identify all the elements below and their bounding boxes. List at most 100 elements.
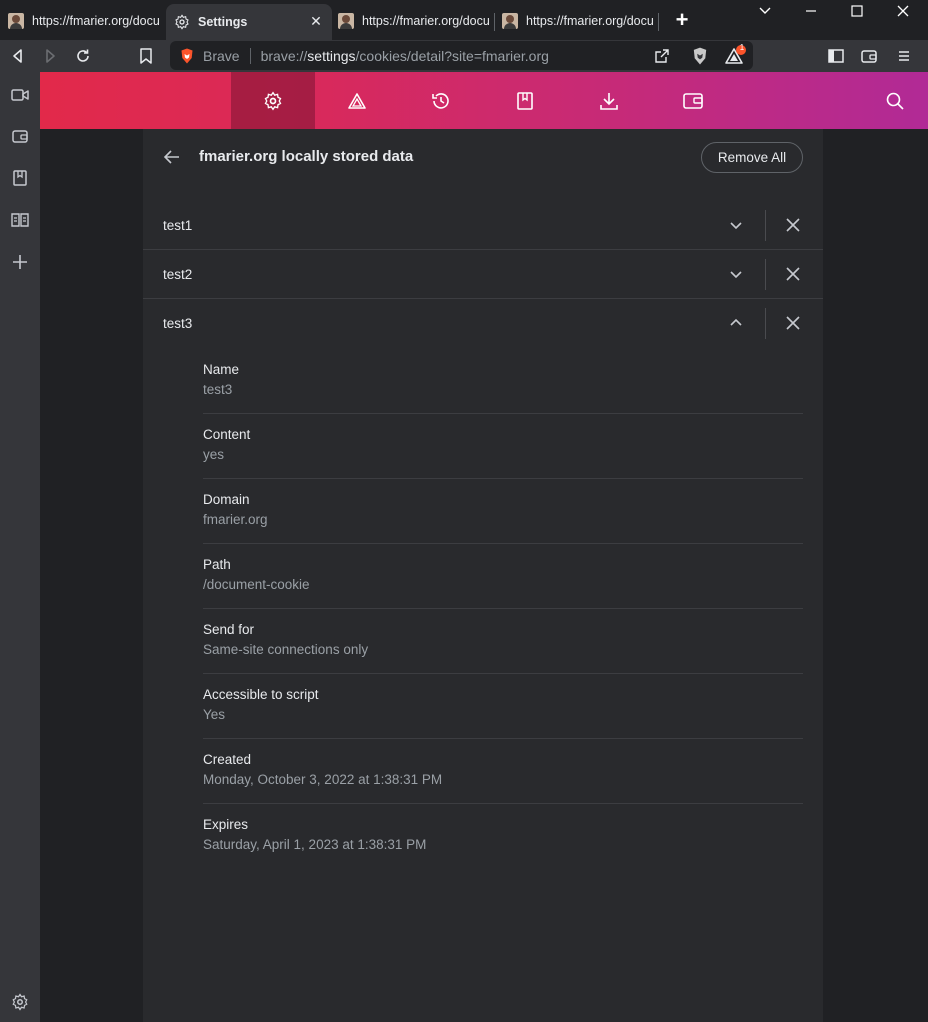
cookie-name: test2 xyxy=(163,267,193,282)
url-text: brave://settings/cookies/detail?site=fma… xyxy=(261,48,549,64)
wallet-icon xyxy=(683,92,703,109)
url-path: /cookies/detail?site=fmarier.org xyxy=(355,47,549,64)
bookmark-icon[interactable] xyxy=(134,44,158,68)
field-label: Name xyxy=(203,362,240,377)
browser-toolbar: Brave brave://settings/cookies/detail?si… xyxy=(0,40,928,72)
field-value: Saturday, April 1, 2023 at 1:38:31 PM xyxy=(203,837,427,852)
row-divider xyxy=(765,210,766,241)
brave-rewards-icon xyxy=(348,92,366,109)
tab-settings[interactable]: Settings ✕ xyxy=(166,4,332,40)
field-value: Monday, October 3, 2022 at 1:38:31 PM xyxy=(203,772,443,787)
detail-content: Content yes xyxy=(203,414,803,479)
close-icon[interactable] xyxy=(783,264,803,284)
bookmarks-icon xyxy=(517,91,533,110)
tab-fmarier-2[interactable]: https://fmarier.org/docu xyxy=(330,6,494,36)
field-label: Domain xyxy=(203,492,250,507)
cookie-name: test3 xyxy=(163,316,193,331)
back-icon[interactable] xyxy=(6,44,30,68)
search-icon xyxy=(886,92,904,110)
cookie-name: test1 xyxy=(163,218,193,233)
minimize-icon[interactable] xyxy=(796,4,826,22)
remove-all-button[interactable]: Remove All xyxy=(701,142,803,173)
detail-accessible-to-script: Accessible to script Yes xyxy=(203,674,803,739)
row-divider xyxy=(765,308,766,339)
tab-title: https://fmarier.org/docu xyxy=(526,14,654,28)
nav-history[interactable] xyxy=(399,72,483,129)
cookie-row-test1[interactable]: test1 xyxy=(143,201,823,250)
cookie-details: Name test3 Content yes Domain fmarier.or… xyxy=(203,349,803,869)
history-icon xyxy=(432,92,449,109)
field-value: Same-site connections only xyxy=(203,642,369,657)
brand-label: Brave xyxy=(203,47,240,64)
brave-rewards-icon[interactable]: 1 xyxy=(723,43,747,68)
menu-icon[interactable] xyxy=(892,44,916,68)
settings-header xyxy=(40,72,928,129)
tab-title: Settings xyxy=(198,15,248,29)
tab-fmarier-3[interactable]: https://fmarier.org/docu xyxy=(494,6,658,36)
sidebar-toggle-icon[interactable] xyxy=(824,44,848,68)
nav-search[interactable] xyxy=(853,72,928,129)
cookie-row-test3[interactable]: test3 xyxy=(143,298,823,347)
downloads-icon xyxy=(600,92,618,110)
close-tab-icon[interactable]: ✕ xyxy=(308,13,324,29)
detail-domain: Domain fmarier.org xyxy=(203,479,803,544)
detail-name: Name test3 xyxy=(203,349,803,414)
detail-expires: Expires Saturday, April 1, 2023 at 1:38:… xyxy=(203,804,803,869)
gear-icon xyxy=(264,90,282,111)
gear-icon[interactable] xyxy=(8,990,32,1014)
wallet-icon[interactable] xyxy=(8,124,32,148)
gear-icon xyxy=(175,14,189,30)
brave-lion-icon xyxy=(181,48,193,63)
detail-send-for: Send for Same-site connections only xyxy=(203,609,803,674)
cookie-row-test2[interactable]: test2 xyxy=(143,249,823,298)
new-tab-button[interactable]: + xyxy=(672,9,692,31)
detail-created: Created Monday, October 3, 2022 at 1:38:… xyxy=(203,739,803,804)
tab-title: https://fmarier.org/docu xyxy=(362,14,490,28)
row-divider xyxy=(765,259,766,290)
field-value: Yes xyxy=(203,707,226,722)
reload-icon[interactable] xyxy=(71,44,95,68)
field-value: yes xyxy=(203,447,225,462)
detail-path: Path /document-cookie xyxy=(203,544,803,609)
add-panel-icon[interactable] xyxy=(8,250,32,274)
share-icon[interactable] xyxy=(650,44,674,68)
field-value: fmarier.org xyxy=(203,512,268,527)
close-icon[interactable] xyxy=(783,313,803,333)
nav-bookmarks[interactable] xyxy=(483,72,567,129)
nav-downloads[interactable] xyxy=(567,72,651,129)
card-header: fmarier.org locally stored data Remove A… xyxy=(143,129,823,185)
site-favicon xyxy=(338,13,354,29)
nav-wallet[interactable] xyxy=(651,72,735,129)
maximize-icon[interactable] xyxy=(842,4,872,22)
video-call-icon[interactable] xyxy=(8,83,32,107)
field-label: Accessible to script xyxy=(203,687,319,702)
field-label: Send for xyxy=(203,622,255,637)
tab-fmarier-1[interactable]: https://fmarier.org/docu xyxy=(0,6,163,36)
reading-list-icon[interactable] xyxy=(8,208,32,232)
url-host: settings xyxy=(307,47,356,64)
site-favicon xyxy=(502,13,518,29)
field-label: Path xyxy=(203,557,231,572)
tab-strip: https://fmarier.org/docu Settings ✕ http… xyxy=(0,0,928,40)
close-window-icon[interactable] xyxy=(888,4,918,22)
field-label: Expires xyxy=(203,817,249,832)
tab-title: https://fmarier.org/docu xyxy=(32,14,160,28)
brave-shields-icon[interactable] xyxy=(688,44,712,68)
close-icon[interactable] xyxy=(783,215,803,235)
omnibox-divider xyxy=(249,47,251,64)
tab-search-icon[interactable] xyxy=(750,4,780,22)
nav-settings[interactable] xyxy=(231,72,315,129)
wallet-icon[interactable] xyxy=(857,44,881,68)
nav-rewards[interactable] xyxy=(315,72,399,129)
forward-icon[interactable] xyxy=(38,44,62,68)
chevron-up-icon[interactable] xyxy=(726,313,746,333)
field-value: test3 xyxy=(203,382,233,397)
side-panel xyxy=(0,72,40,1022)
field-label: Content xyxy=(203,427,251,442)
bookmarks-icon[interactable] xyxy=(8,166,32,190)
back-arrow-icon[interactable] xyxy=(161,146,183,168)
chevron-down-icon[interactable] xyxy=(726,264,746,284)
chevron-down-icon[interactable] xyxy=(726,215,746,235)
url-scheme: brave:// xyxy=(260,47,308,64)
rewards-badge: 1 xyxy=(739,43,745,52)
